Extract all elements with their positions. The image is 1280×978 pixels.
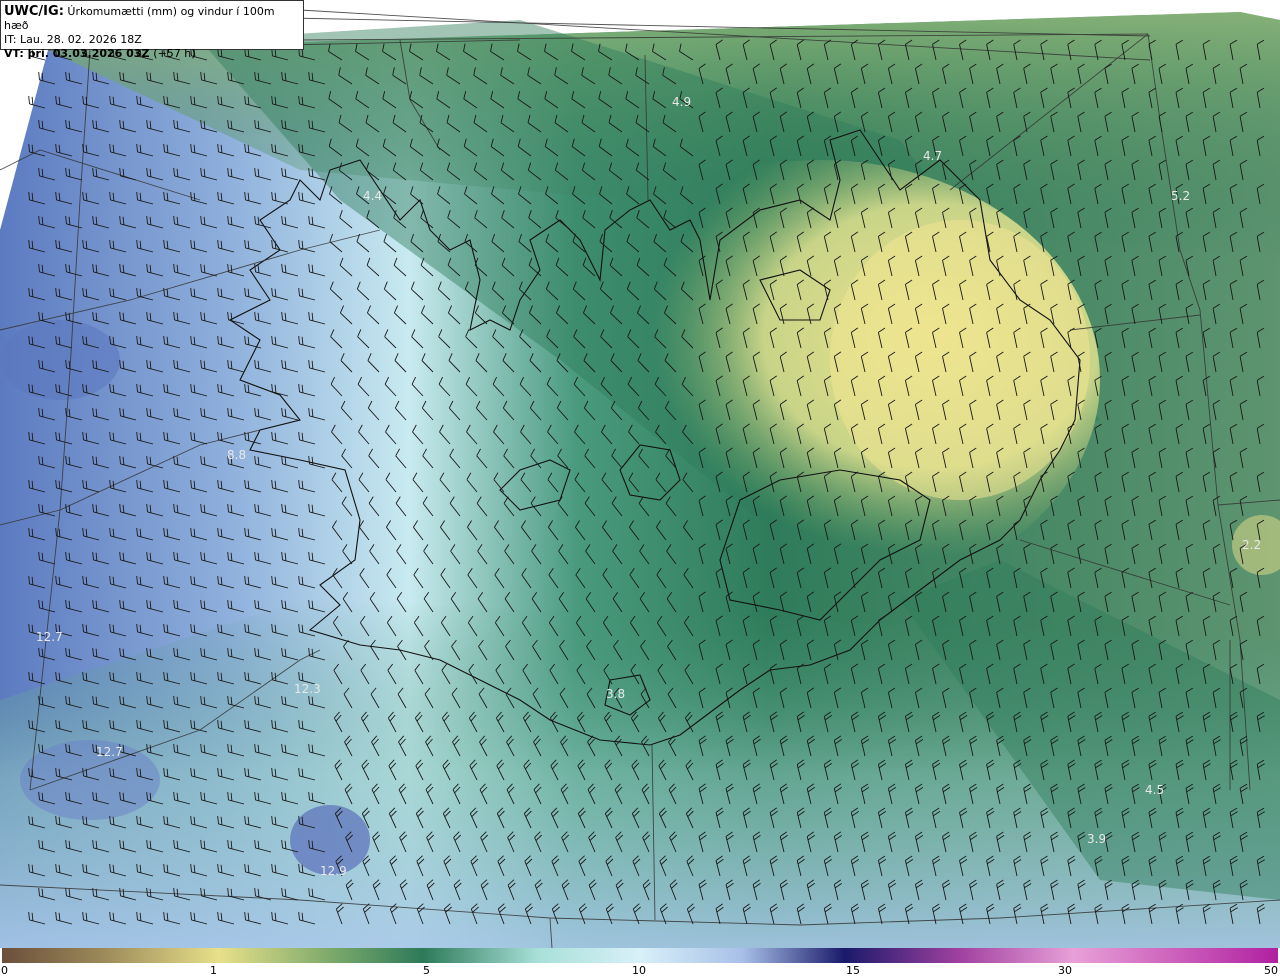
colorbar-tick: 0 xyxy=(1,964,8,977)
value-label: 4.7 xyxy=(923,149,942,163)
colorbar-tick: 50 xyxy=(1264,964,1278,977)
forecast-map: 4.9 4.7 5.2 4.4 8.8 12.7 12.3 12.7 3.8 1… xyxy=(0,0,1280,948)
value-label: 4.9 xyxy=(672,95,691,109)
product-name: UWC/IG: xyxy=(4,4,64,19)
colorbar: 0 1 5 10 15 30 50 xyxy=(0,948,1280,978)
value-label: 5.2 xyxy=(1171,189,1190,203)
valid-time: VT: þri. 03.03.2026 03Z xyxy=(4,47,150,60)
value-label: 4.5 xyxy=(1145,783,1164,797)
value-label: 4.4 xyxy=(363,189,382,203)
colorbar-tick: 30 xyxy=(1058,964,1072,977)
value-label: 12.9 xyxy=(320,864,347,878)
colorbar-gradient xyxy=(2,948,1278,963)
title-box: UWC/IG: Úrkomumætti (mm) og vindur í 100… xyxy=(0,0,304,60)
value-label: 3.8 xyxy=(606,687,625,701)
colorbar-tick: 1 xyxy=(210,964,217,977)
value-label: 12.7 xyxy=(96,745,123,759)
init-time: IT: Lau. 28. 02. 2026 18Z xyxy=(4,33,142,46)
colorbar-tick: 10 xyxy=(632,964,646,977)
value-label: 8.8 xyxy=(227,448,246,462)
value-label: 2.2 xyxy=(1242,538,1261,552)
value-label: 12.7 xyxy=(36,630,63,644)
value-label: 3.9 xyxy=(1087,832,1106,846)
colorbar-tick: 5 xyxy=(423,964,430,977)
colorbar-tick: 15 xyxy=(846,964,860,977)
value-label: 12.3 xyxy=(294,682,321,696)
lead-time: (+57 h) xyxy=(153,47,196,60)
